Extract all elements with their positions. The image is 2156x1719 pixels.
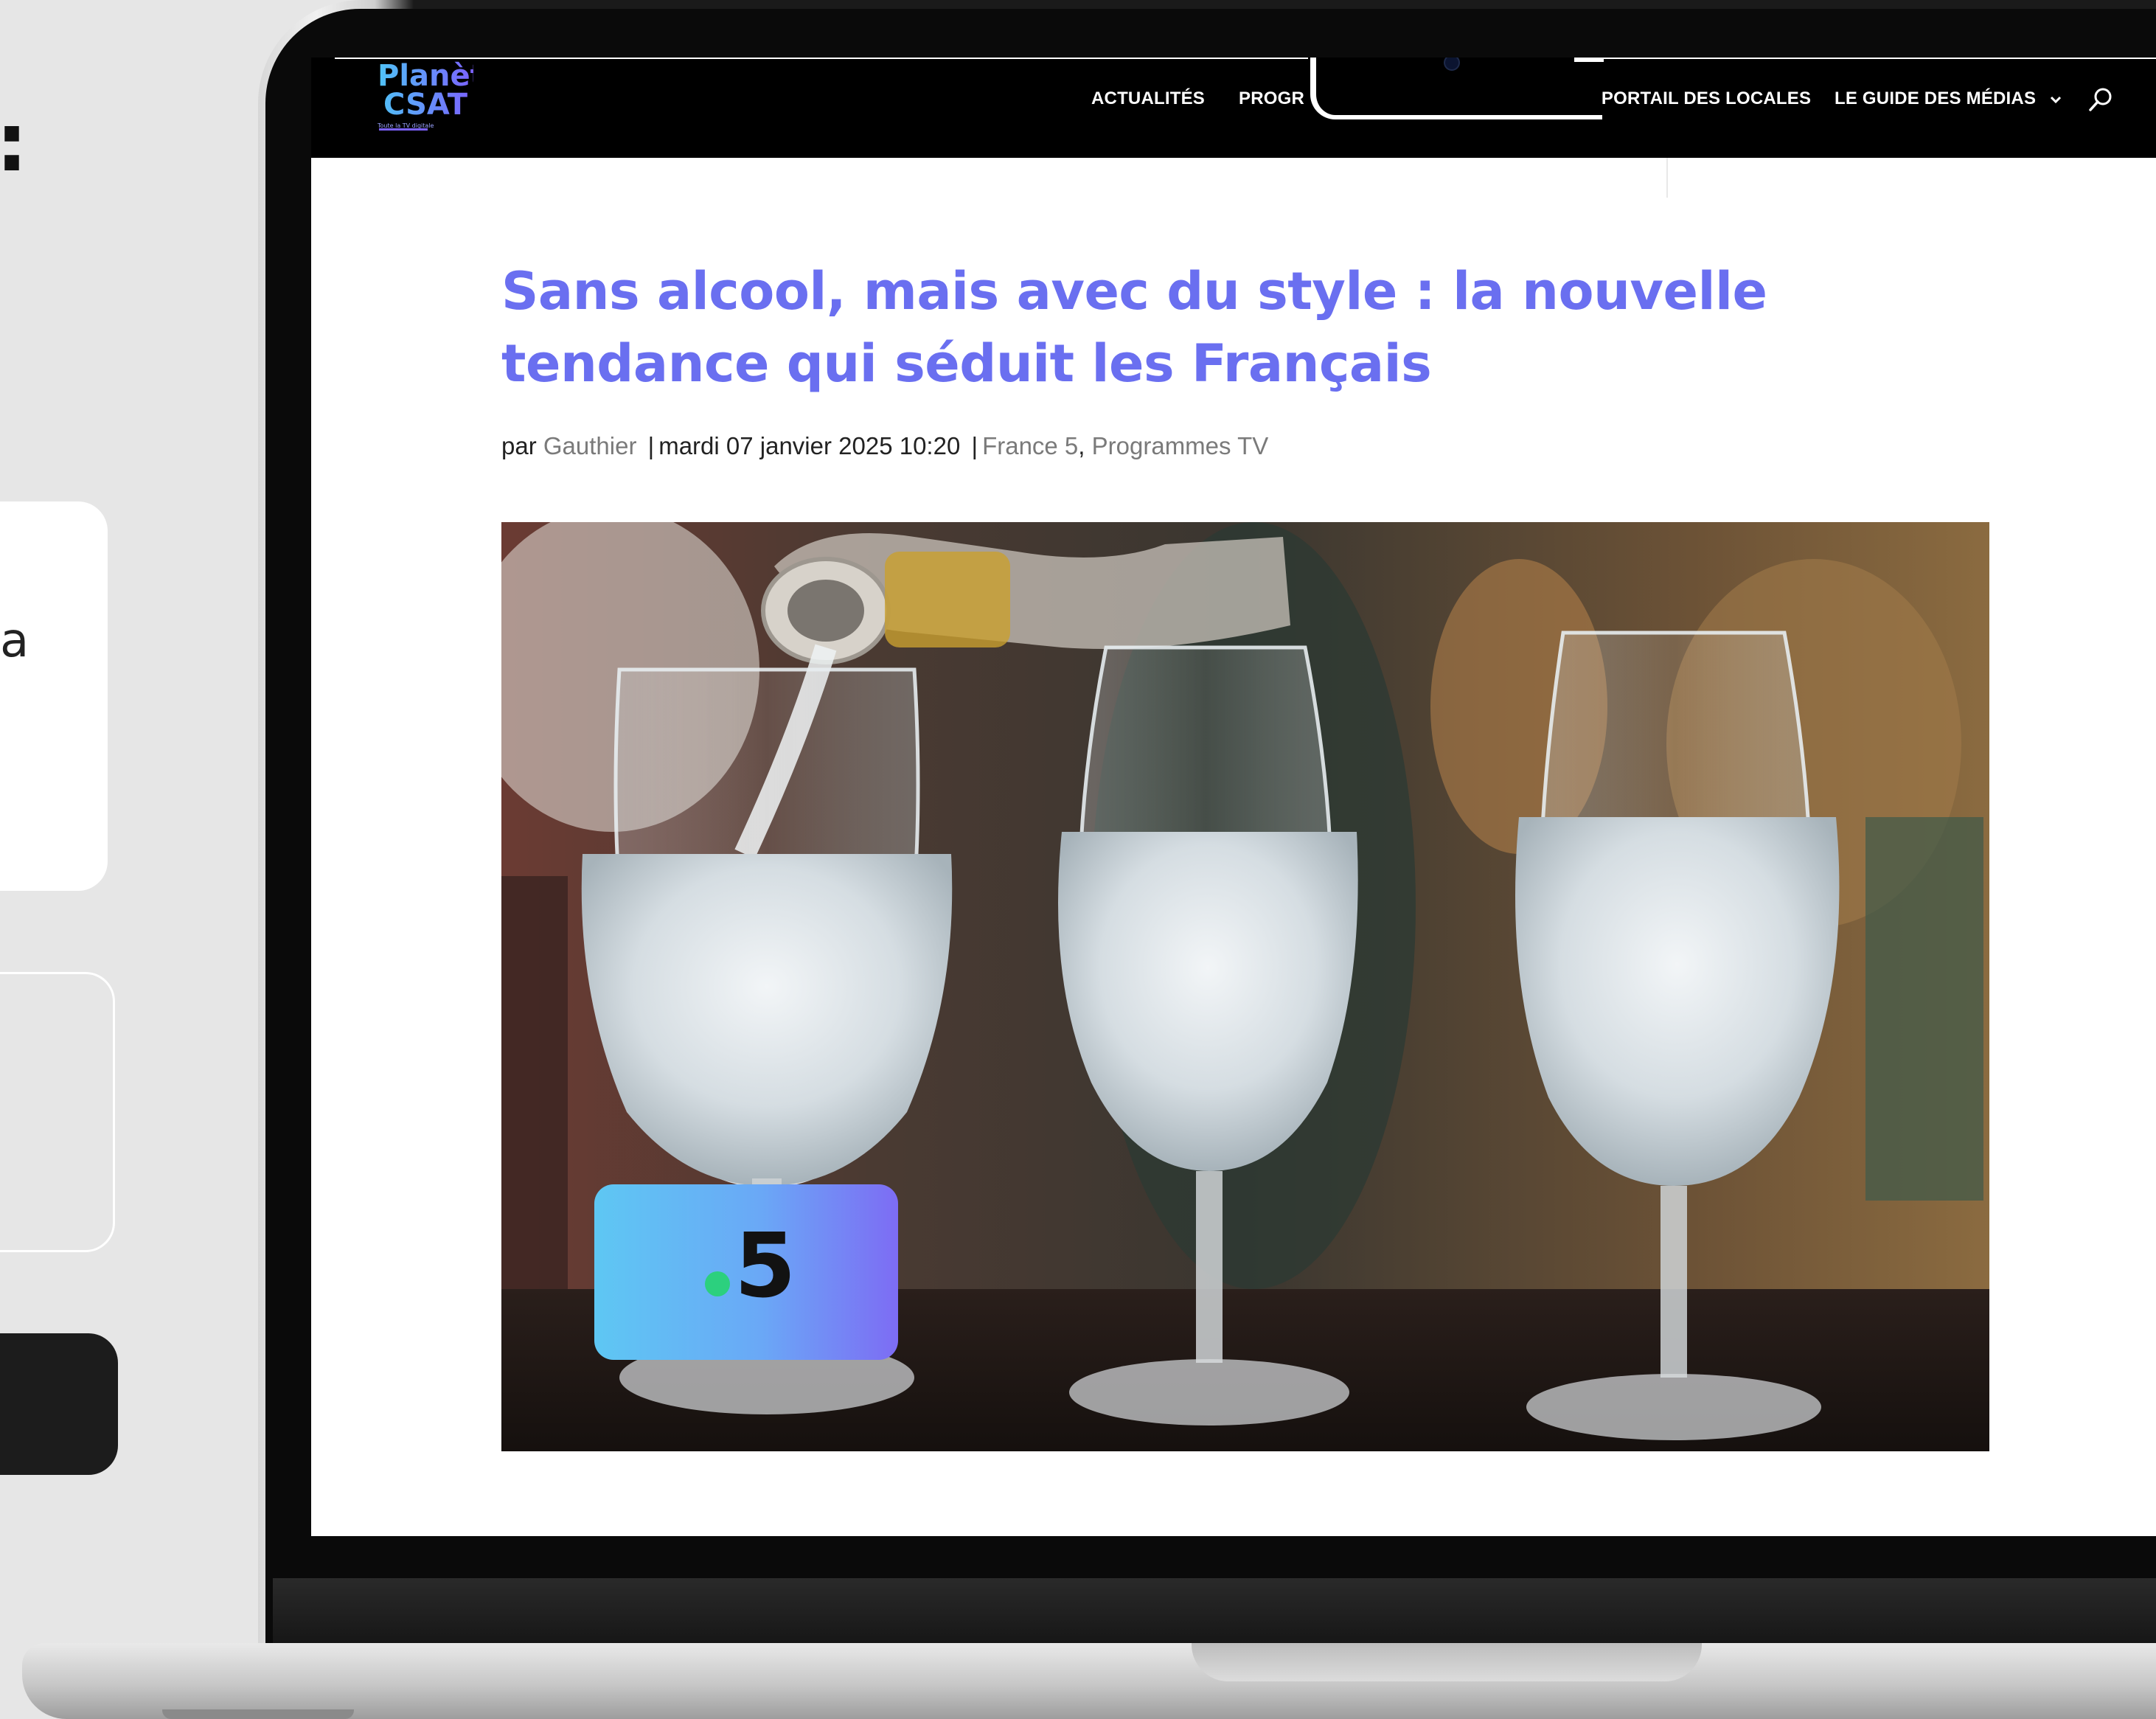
nav-item-portail-locales[interactable]: LE PORTAIL DES LOCALES (1573, 88, 1811, 109)
meta-separator: | (647, 432, 655, 459)
laptop-base-notch (1192, 1643, 1702, 1681)
chevron-down-icon (2050, 89, 2062, 108)
laptop-foot (162, 1709, 354, 1719)
category-link-france5[interactable]: France 5 (982, 432, 1078, 459)
article-title: Sans alcool, mais avec du style : la nou… (501, 261, 1767, 394)
laptop-base (22, 1643, 2156, 1719)
screen-edge (1598, 58, 2156, 59)
left-card: a (0, 501, 108, 891)
channel-logo-badge: 5 (594, 1184, 898, 1360)
left-card-outline (0, 972, 115, 1252)
left-card-text-fragment: a (0, 614, 29, 668)
article-date: mardi 07 janvier 2025 10:20 (658, 432, 961, 459)
logo-line2: CSAT (378, 90, 473, 119)
nav-item-actualites[interactable]: ACTUALITÉS (1091, 88, 1205, 109)
channel-dot-icon (705, 1271, 730, 1296)
category-link-programmes-tv[interactable]: Programmes TV (1092, 432, 1269, 459)
logo-underline (379, 128, 428, 131)
search-icon[interactable] (2088, 87, 2112, 111)
nav-item-label: PROGR (1239, 88, 1305, 108)
nav-item-guide-medias[interactable]: LE GUIDE DES MÉDIAS (1835, 88, 2062, 109)
nav-item-label: LE PORTAIL DES LOCALES (1573, 88, 1812, 108)
site-navbar: Planète CSAT Toute la TV digitale ACTUAL… (311, 58, 2156, 158)
bezel-bottom (273, 1578, 2156, 1652)
site-logo[interactable]: Planète CSAT Toute la TV digitale (378, 59, 504, 130)
meta-by: par (501, 432, 537, 459)
left-dark-button[interactable] (0, 1333, 118, 1475)
nav-item-programmes[interactable]: PROGR (1239, 88, 1304, 109)
header-divider (1666, 158, 1668, 198)
logo-line1: Planète (378, 59, 504, 93)
article-hero-image: 5 (501, 522, 1989, 1451)
left-fragment-colon: : (0, 102, 28, 183)
nav-item-label: LE GUIDE DES MÉDIAS (1835, 88, 2037, 108)
channel-number: 5 (734, 1215, 796, 1318)
nav-item-label: ACTUALITÉS (1091, 88, 1205, 108)
meta-separator: | (971, 432, 978, 459)
laptop-screen: Planète CSAT Toute la TV digitale ACTUAL… (311, 58, 2156, 1536)
meta-comma: , (1078, 432, 1085, 459)
author-link[interactable]: Gauthier (543, 432, 637, 459)
article-meta: par Gauthier | mardi 07 janvier 2025 10:2… (501, 432, 1268, 460)
